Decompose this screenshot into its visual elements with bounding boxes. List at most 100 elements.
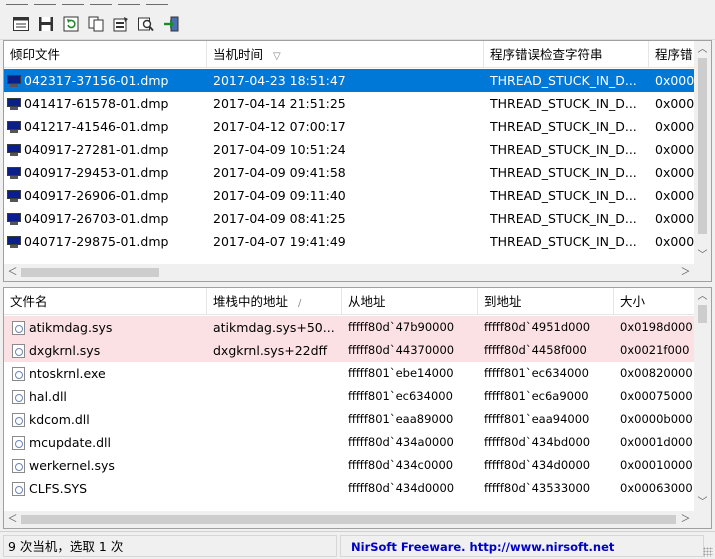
dump-file-icon bbox=[7, 121, 21, 133]
scroll-down-arrow[interactable]: ﹀ bbox=[694, 247, 711, 264]
crash-time-cell: 2017-04-09 10:51:24 bbox=[207, 138, 484, 161]
table-row[interactable]: 041417-61578-01.dmp 2017-04-14 21:51:25 TH… bbox=[4, 92, 694, 115]
column-header-stack-address[interactable]: 堆栈中的地址 / bbox=[207, 288, 342, 315]
bugcheck-code-cell: 0x000 bbox=[649, 161, 694, 184]
dump-file-icon bbox=[7, 75, 21, 87]
table-row[interactable]: ntoskrnl.exe fffff801`ebe14000 fffff801`ec… bbox=[4, 362, 694, 385]
from-address-cell-text: fffff801`eaa89000 bbox=[348, 412, 454, 426]
bugcheck-code-cell: 0x000 bbox=[649, 115, 694, 138]
table-row[interactable]: dxgkrnl.sys dxgkrnl.sys+22dff fffff80d`443… bbox=[4, 339, 694, 362]
table-row[interactable]: 041217-41546-01.dmp 2017-04-12 07:00:17 TH… bbox=[4, 115, 694, 138]
table-row[interactable]: 040717-29875-01.dmp 2017-04-07 19:41:49 TH… bbox=[4, 230, 694, 253]
scrollbar-thumb[interactable] bbox=[21, 515, 676, 524]
module-list-horizontal-scrollbar[interactable]: ＜ ＞ bbox=[4, 511, 711, 528]
column-header-from-address[interactable]: 从地址 bbox=[342, 288, 478, 315]
module-list-header: 文件名 堆栈中的地址 / 从地址 到地址 大小 bbox=[4, 288, 694, 315]
exit-icon[interactable] bbox=[160, 13, 182, 35]
bugcheck-code-cell-text: 0x000 bbox=[655, 119, 694, 134]
resize-grip-icon[interactable] bbox=[703, 547, 713, 557]
to-address-cell-text: fffff80d`434bd000 bbox=[484, 435, 591, 449]
copy-icon[interactable] bbox=[85, 13, 107, 35]
scroll-right-arrow[interactable]: ＞ bbox=[677, 511, 694, 528]
stack-address-cell: dxgkrnl.sys+22dff bbox=[207, 339, 342, 362]
size-cell: 0x0001d000 bbox=[614, 431, 694, 454]
module-list-vertical-scrollbar[interactable]: ︿ ﹀ bbox=[694, 288, 711, 511]
size-cell: 0x00820000 bbox=[614, 362, 694, 385]
bugcheck-code-cell-text: 0x000 bbox=[655, 96, 694, 111]
scrollbar-thumb[interactable] bbox=[698, 305, 707, 323]
menu-bar[interactable] bbox=[0, 0, 715, 8]
module-name-cell: werkernel.sys bbox=[4, 454, 207, 477]
size-cell: 0x0000b000 bbox=[614, 408, 694, 431]
crash-list[interactable]: 倾印文件 当机时间 ▽ 程序错误检查字符串 程序错 042317-37156-01… bbox=[3, 40, 712, 282]
find-icon[interactable] bbox=[135, 13, 157, 35]
bugcheck-code-cell: 0x000 bbox=[649, 69, 694, 92]
properties-icon[interactable] bbox=[10, 13, 32, 35]
dump-file-cell-text: 040917-27281-01.dmp bbox=[24, 142, 169, 157]
status-bar: 9 次当机，选取 1 次 NirSoft Freeware. http://ww… bbox=[0, 531, 715, 559]
table-row[interactable]: werkernel.sys fffff80d`434c0000 fffff80d`4… bbox=[4, 454, 694, 477]
column-header-size[interactable]: 大小 bbox=[614, 288, 694, 315]
from-address-cell-text: fffff801`ec634000 bbox=[348, 389, 453, 403]
module-name-cell: kdcom.dll bbox=[4, 408, 207, 431]
table-row[interactable]: 040917-29453-01.dmp 2017-04-09 09:41:58 TH… bbox=[4, 161, 694, 184]
size-cell-text: 0x00010000 bbox=[620, 458, 693, 472]
refresh-icon[interactable] bbox=[60, 13, 82, 35]
scroll-right-arrow[interactable]: ＞ bbox=[677, 264, 694, 281]
table-row[interactable]: 040917-26703-01.dmp 2017-04-09 08:41:25 TH… bbox=[4, 207, 694, 230]
column-header-to-address[interactable]: 到地址 bbox=[478, 288, 614, 315]
column-header-filename[interactable]: 文件名 bbox=[4, 288, 207, 315]
crash-time-cell: 2017-04-09 09:11:40 bbox=[207, 184, 484, 207]
settings-icon[interactable] bbox=[110, 13, 132, 35]
sort-indicator: ▽ bbox=[273, 51, 281, 62]
nirsoft-link[interactable]: NirSoft Freeware. http://www.nirsoft.net bbox=[340, 535, 704, 557]
table-row[interactable]: 040917-27281-01.dmp 2017-04-09 10:51:24 TH… bbox=[4, 138, 694, 161]
scroll-left-arrow[interactable]: ＜ bbox=[4, 264, 21, 281]
to-address-cell-text: fffff801`ec6a9000 bbox=[484, 389, 589, 403]
scroll-down-arrow[interactable]: ﹀ bbox=[694, 494, 711, 511]
scrollbar-thumb[interactable] bbox=[21, 268, 159, 277]
crash-count-status: 9 次当机，选取 1 次 bbox=[3, 535, 337, 557]
crash-list-vertical-scrollbar[interactable]: ︿ ﹀ bbox=[694, 41, 711, 264]
from-address-cell-text: fffff801`ebe14000 bbox=[348, 366, 454, 380]
to-address-cell: fffff80d`43533000 bbox=[478, 477, 614, 500]
table-row[interactable]: atikmdag.sys atikmdag.sys+50... fffff80d`4… bbox=[4, 316, 694, 339]
module-list[interactable]: 文件名 堆栈中的地址 / 从地址 到地址 大小 atikmdag.sys atikm… bbox=[3, 287, 712, 529]
crash-time-cell-text: 2017-04-09 09:11:40 bbox=[213, 188, 346, 203]
sort-indicator: / bbox=[298, 298, 302, 309]
crash-list-horizontal-scrollbar[interactable]: ＜ ＞ bbox=[4, 264, 711, 281]
module-file-icon bbox=[12, 390, 25, 404]
column-header-bugcheck-code[interactable]: 程序错 bbox=[649, 41, 694, 68]
module-file-icon bbox=[12, 413, 25, 427]
column-header-crash-time[interactable]: 当机时间 ▽ bbox=[207, 41, 484, 68]
module-name-cell: CLFS.SYS bbox=[4, 477, 207, 500]
column-header-bugcheck-string[interactable]: 程序错误检查字符串 bbox=[484, 41, 649, 68]
column-header-dump-file[interactable]: 倾印文件 bbox=[4, 41, 207, 68]
bugcheck-code-cell: 0x000 bbox=[649, 138, 694, 161]
size-cell: 0x0198d000 bbox=[614, 316, 694, 339]
dump-file-cell-text: 040717-29875-01.dmp bbox=[24, 234, 169, 249]
to-address-cell-text: fffff80d`4951d000 bbox=[484, 320, 591, 334]
scroll-up-arrow[interactable]: ︿ bbox=[694, 41, 711, 58]
dump-file-icon bbox=[7, 98, 21, 110]
size-cell: 0x0021f000 bbox=[614, 339, 694, 362]
module-name-cell: hal.dll bbox=[4, 385, 207, 408]
module-name-cell-text: ntoskrnl.exe bbox=[29, 366, 106, 381]
bugcheck-code-cell-text: 0x000 bbox=[655, 142, 694, 157]
scrollbar-thumb[interactable] bbox=[698, 58, 707, 234]
bugcheck-string-cell-text: THREAD_STUCK_IN_D... bbox=[490, 119, 637, 134]
dump-file-cell: 040717-29875-01.dmp bbox=[4, 230, 207, 253]
stack-address-cell: atikmdag.sys+50... bbox=[207, 316, 342, 339]
bugcheck-string-cell-text: THREAD_STUCK_IN_D... bbox=[490, 73, 637, 88]
table-row[interactable]: 042317-37156-01.dmp 2017-04-23 18:51:47 TH… bbox=[4, 69, 694, 92]
scroll-left-arrow[interactable]: ＜ bbox=[4, 511, 21, 528]
to-address-cell: fffff801`ec6a9000 bbox=[478, 385, 614, 408]
save-icon[interactable] bbox=[35, 13, 57, 35]
scroll-up-arrow[interactable]: ︿ bbox=[694, 288, 711, 305]
table-row[interactable]: kdcom.dll fffff801`eaa89000 fffff801`eaa94… bbox=[4, 408, 694, 431]
table-row[interactable]: mcupdate.dll fffff80d`434a0000 fffff80d`43… bbox=[4, 431, 694, 454]
dump-file-cell: 040917-26906-01.dmp bbox=[4, 184, 207, 207]
table-row[interactable]: CLFS.SYS fffff80d`434d0000 fffff80d`435330… bbox=[4, 477, 694, 500]
table-row[interactable]: 040917-26906-01.dmp 2017-04-09 09:11:40 TH… bbox=[4, 184, 694, 207]
table-row[interactable]: hal.dll fffff801`ec634000 fffff801`ec6a900… bbox=[4, 385, 694, 408]
